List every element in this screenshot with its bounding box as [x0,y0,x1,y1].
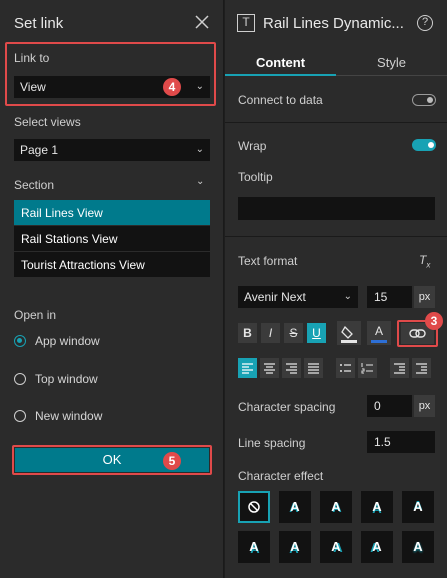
paint-bucket-icon [341,325,357,343]
character-spacing-input[interactable]: 0 [367,395,412,417]
font-color-icon: A [374,324,383,338]
section-list: Rail Lines View Rail Stations View Touri… [14,200,210,278]
highlight-color-button[interactable] [337,321,361,345]
align-left-icon [242,363,253,374]
select-views-label: Select views [14,115,81,129]
indent-button[interactable] [412,358,431,378]
effect-shadow-1-button[interactable]: A [279,491,311,523]
font-family-value: Avenir Next [244,290,306,304]
numbered-list-icon [361,363,373,374]
section-label: Section [14,178,55,192]
align-justify-icon [308,363,319,374]
align-center-button[interactable] [260,358,279,378]
close-icon[interactable] [192,12,212,32]
underline-button[interactable]: U [307,323,326,343]
character-spacing-unit[interactable]: px [414,395,435,417]
step-badge-5: 5 [163,452,181,470]
align-justify-button[interactable] [304,358,323,378]
effect-shadow-4-button[interactable]: A [402,491,434,523]
chevron-down-icon: ⌄ [195,144,204,155]
outdent-icon [394,363,405,374]
tooltip-label: Tooltip [238,170,273,184]
effect-shadow-3-button[interactable]: A [361,491,393,523]
outdent-button[interactable] [390,358,409,378]
link-to-label: Link to [14,51,50,65]
text-format-label: Text format [238,254,298,268]
settings-panel: T Rail Lines Dynamic... ? Content Style … [225,0,447,578]
align-left-button[interactable] [238,358,257,378]
widget-title[interactable]: Rail Lines Dynamic... [263,15,404,32]
set-link-dialog: Set link Link to View ⌄ 4 Select views P… [0,0,224,578]
open-in-label: Open in [14,308,57,322]
link-to-value: View [20,80,46,94]
section-item-tourist-attractions[interactable]: Tourist Attractions View [14,252,210,278]
section-item-rail-stations[interactable]: Rail Stations View [14,226,210,252]
connect-to-data-label: Connect to data [238,93,323,107]
line-spacing-input[interactable]: 1.5 [367,431,435,453]
wrap-label: Wrap [238,139,267,153]
italic-button[interactable]: I [261,323,280,343]
radio-off-icon [14,373,26,385]
bullet-list-button[interactable] [336,358,355,378]
select-views-select[interactable]: Page 1 ⌄ [14,139,210,161]
font-size-input[interactable]: 15 [367,286,412,308]
effect-shadow-7-button[interactable]: A [320,531,352,563]
character-effect-label: Character effect [238,469,324,483]
strikethrough-button[interactable]: S [284,323,303,343]
font-color-button[interactable]: A [367,321,391,345]
font-unit[interactable]: px [414,286,435,308]
effect-shadow-8-button[interactable]: A [361,531,393,563]
align-center-icon [264,363,275,374]
radio-top-window[interactable]: Top window [14,372,194,388]
select-views-value: Page 1 [20,143,59,157]
numbered-list-button[interactable] [358,358,377,378]
chevron-down-icon[interactable]: ⌄ [196,176,204,187]
tab-content[interactable]: Content [225,50,336,76]
wrap-toggle[interactable] [412,139,436,151]
font-color-swatch [371,340,387,343]
radio-app-window-label: App window [35,334,100,348]
help-icon[interactable]: ? [417,15,433,31]
step-badge-3: 3 [425,312,443,330]
radio-new-window-label: New window [35,409,103,423]
effect-none-button[interactable] [238,491,270,523]
radio-off-icon [14,410,26,422]
indent-icon [416,363,427,374]
align-right-icon [286,363,297,374]
step-badge-4: 4 [163,78,181,96]
tooltip-input[interactable] [238,197,435,220]
radio-top-window-label: Top window [35,372,98,386]
section-item-rail-lines[interactable]: Rail Lines View [14,200,210,226]
none-icon [248,501,260,513]
character-spacing-label: Character spacing [238,400,336,414]
effect-shadow-5-button[interactable]: A [238,531,270,563]
radio-app-window[interactable]: App window [14,334,194,350]
effect-shadow-2-button[interactable]: A [320,491,352,523]
text-widget-icon: T [237,14,255,32]
align-right-button[interactable] [282,358,301,378]
radio-new-window[interactable]: New window [14,409,194,425]
divider [225,236,447,237]
clear-format-icon[interactable]: Tx [419,253,430,269]
line-spacing-label: Line spacing [238,436,306,450]
effect-shadow-6-button[interactable]: A [279,531,311,563]
dialog-title: Set link [14,15,64,32]
tab-style[interactable]: Style [336,50,447,76]
radio-on-icon [14,335,26,347]
divider [225,122,447,123]
bullet-list-icon [340,364,351,372]
chevron-down-icon: ⌄ [343,291,352,302]
bold-button[interactable]: B [238,323,257,343]
connect-to-data-toggle[interactable] [412,94,436,106]
effect-shadow-9-button[interactable]: A [402,531,434,563]
font-family-select[interactable]: Avenir Next ⌄ [238,286,358,308]
chevron-down-icon: ⌄ [195,81,204,92]
